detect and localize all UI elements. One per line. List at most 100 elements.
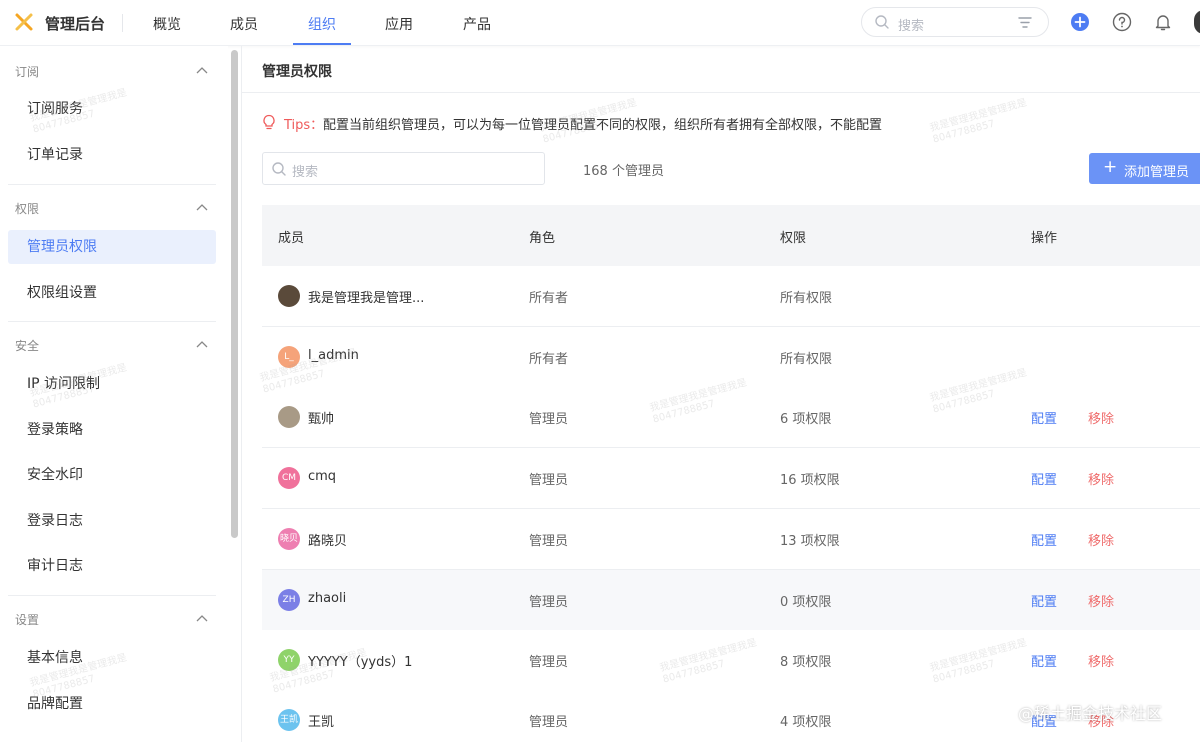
sidebar-item-permission-groups[interactable]: 权限组设置 bbox=[8, 276, 216, 310]
sidebar: 订阅 订阅服务 订单记录 权限 管理员权限 权限组设置 安全 IP 访问限制 登… bbox=[0, 46, 228, 742]
avatar bbox=[278, 406, 300, 428]
member-role: 管理员 bbox=[529, 595, 569, 610]
admin-count: 168 个管理员 bbox=[583, 164, 664, 179]
header-search-input[interactable]: 搜索 bbox=[861, 7, 1049, 37]
sidebar-divider bbox=[8, 321, 216, 322]
credit-watermark: @稀土掘金技术社区 bbox=[1018, 704, 1163, 723]
sidebar-main-divider bbox=[241, 46, 242, 742]
column-header-actions: 操作 bbox=[1031, 231, 1058, 246]
config-button[interactable]: 配置 bbox=[1031, 530, 1057, 549]
member-permissions: 13 项权限 bbox=[780, 534, 840, 549]
lightbulb-icon bbox=[263, 114, 275, 130]
config-button[interactable]: 配置 bbox=[1031, 408, 1057, 427]
admin-search-input[interactable]: 搜索 bbox=[262, 152, 545, 185]
table-row: L_ l_admin 所有者 所有权限 bbox=[262, 327, 1200, 388]
member-name: cmq bbox=[308, 469, 337, 484]
column-header-permissions: 权限 bbox=[780, 231, 807, 246]
remove-button[interactable]: 移除 bbox=[1088, 408, 1114, 427]
table-row: 我是管理我是管理... 所有者 所有权限 bbox=[262, 266, 1200, 327]
sidebar-scrollbar[interactable] bbox=[231, 50, 238, 538]
sidebar-item-login-policy[interactable]: 登录策略 bbox=[8, 413, 216, 447]
sidebar-item-brand-config[interactable]: 品牌配置 bbox=[8, 687, 216, 721]
sidebar-divider bbox=[8, 184, 216, 185]
column-header-role: 角色 bbox=[529, 231, 556, 246]
chevron-up-icon[interactable] bbox=[196, 203, 208, 211]
search-icon bbox=[272, 162, 286, 176]
sidebar-item-login-log[interactable]: 登录日志 bbox=[8, 504, 216, 538]
bell-icon[interactable] bbox=[1152, 11, 1174, 33]
member-role: 所有者 bbox=[529, 291, 569, 306]
add-admin-button[interactable]: + 添加管理员 bbox=[1089, 153, 1200, 184]
config-button[interactable]: 配置 bbox=[1031, 651, 1057, 670]
member-role: 所有者 bbox=[529, 352, 569, 367]
avatar: CM bbox=[278, 467, 300, 489]
page-title: 管理员权限 bbox=[262, 64, 332, 80]
table-row: CM cmq 管理员 16 项权限 配置 移除 bbox=[262, 448, 1200, 509]
sidebar-item-order-records[interactable]: 订单记录 bbox=[8, 138, 216, 172]
table-row: YY YYYYY（yyds）1 管理员 8 项权限 配置 移除 bbox=[262, 630, 1200, 691]
tab-apps[interactable]: 应用 bbox=[385, 14, 413, 34]
app-title: 管理后台 bbox=[45, 15, 106, 33]
help-icon[interactable] bbox=[1111, 11, 1133, 33]
tips-text: 配置当前组织管理员，可以为每一位管理员配置不同的权限，组织所有者拥有全部权限，不… bbox=[323, 118, 883, 133]
member-permissions: 4 项权限 bbox=[780, 715, 832, 730]
member-name: 路晓贝 bbox=[308, 534, 348, 549]
config-button[interactable]: 配置 bbox=[1031, 469, 1057, 488]
sidebar-group-subscription: 订阅 bbox=[15, 65, 40, 79]
member-name: l_admin bbox=[308, 348, 359, 363]
avatar bbox=[278, 285, 300, 307]
member-role: 管理员 bbox=[529, 534, 569, 549]
title-divider bbox=[242, 92, 1200, 93]
watermark-line: 我是管理我是管理我是 bbox=[928, 97, 1029, 134]
member-role: 管理员 bbox=[529, 412, 569, 427]
chevron-up-icon[interactable] bbox=[196, 66, 208, 74]
avatar: 王凯 bbox=[278, 709, 300, 731]
app-logo-icon bbox=[15, 13, 33, 31]
tab-members[interactable]: 成员 bbox=[230, 14, 258, 34]
remove-button[interactable]: 移除 bbox=[1088, 530, 1114, 549]
member-name: YYYYY（yyds）1 bbox=[308, 655, 413, 670]
member-permissions: 所有权限 bbox=[780, 291, 833, 306]
tab-products[interactable]: 产品 bbox=[463, 14, 491, 34]
sidebar-item-admin-permissions[interactable]: 管理员权限 bbox=[8, 230, 216, 264]
sidebar-item-security-watermark[interactable]: 安全水印 bbox=[8, 458, 216, 492]
member-name: 甄帅 bbox=[308, 412, 335, 427]
background-watermark: 我是管理我是管理我是 8047788857 bbox=[929, 97, 1032, 146]
member-permissions: 8 项权限 bbox=[780, 655, 832, 670]
plus-icon: + bbox=[1103, 157, 1118, 177]
avatar: ZH bbox=[278, 589, 300, 611]
header-divider bbox=[122, 14, 123, 32]
top-header: 管理后台 概览 成员 组织 应用 产品 搜索 bbox=[0, 0, 1200, 46]
remove-button[interactable]: 移除 bbox=[1088, 591, 1114, 610]
sidebar-item-ip-restriction[interactable]: IP 访问限制 bbox=[8, 367, 216, 401]
member-permissions: 6 项权限 bbox=[780, 412, 832, 427]
header-search-placeholder: 搜索 bbox=[898, 19, 925, 34]
remove-button[interactable]: 移除 bbox=[1088, 469, 1114, 488]
sidebar-group-security: 安全 bbox=[15, 339, 40, 353]
config-button[interactable]: 配置 bbox=[1031, 591, 1057, 610]
member-permissions: 16 项权限 bbox=[780, 473, 840, 488]
chevron-up-icon[interactable] bbox=[196, 340, 208, 348]
chevron-up-icon[interactable] bbox=[196, 614, 208, 622]
table-header: 成员 角色 权限 操作 bbox=[262, 205, 1200, 266]
avatar: 晓贝 bbox=[278, 528, 300, 550]
add-circle-icon[interactable] bbox=[1069, 11, 1091, 33]
remove-button[interactable]: 移除 bbox=[1088, 651, 1114, 670]
avatar: L_ bbox=[278, 346, 300, 368]
add-admin-button-label: 添加管理员 bbox=[1124, 165, 1190, 180]
tab-overview[interactable]: 概览 bbox=[153, 14, 181, 34]
sidebar-group-settings: 设置 bbox=[15, 613, 40, 627]
member-name: zhaoli bbox=[308, 591, 347, 606]
watermark-line: 8047788857 bbox=[931, 118, 997, 146]
table-row: 甄帅 管理员 6 项权限 配置 移除 bbox=[262, 387, 1200, 448]
member-name: 我是管理我是管理... bbox=[308, 291, 425, 306]
sidebar-item-basic-info[interactable]: 基本信息 bbox=[8, 641, 216, 675]
sidebar-item-audit-log[interactable]: 审计日志 bbox=[8, 549, 216, 583]
user-avatar[interactable] bbox=[1194, 10, 1200, 34]
filter-icon[interactable] bbox=[1018, 16, 1032, 29]
member-role: 管理员 bbox=[529, 655, 569, 670]
sidebar-divider bbox=[8, 595, 216, 596]
active-tab-indicator bbox=[293, 43, 351, 45]
tab-organization[interactable]: 组织 bbox=[308, 14, 336, 34]
sidebar-item-subscription-service[interactable]: 订阅服务 bbox=[8, 92, 216, 126]
